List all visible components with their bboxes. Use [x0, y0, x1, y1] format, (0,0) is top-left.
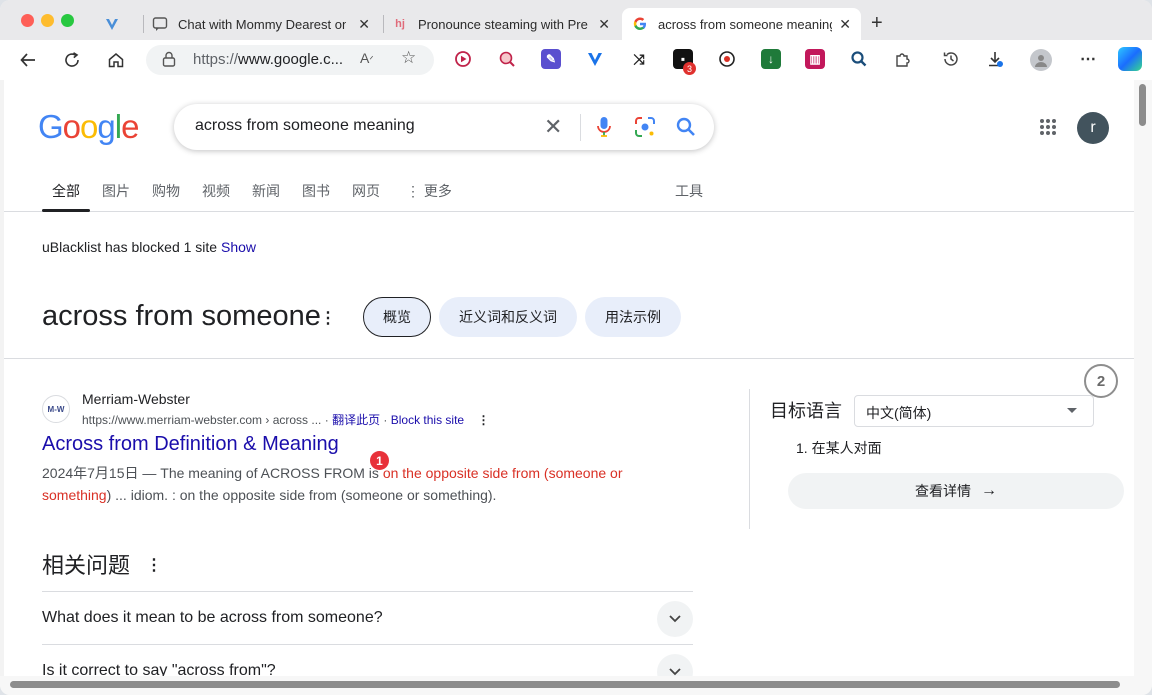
- tab-books[interactable]: 图书: [302, 181, 330, 201]
- vertical-scrollbar[interactable]: [1134, 80, 1152, 684]
- download-green-extension-icon[interactable]: ↓: [761, 49, 781, 69]
- tab-shopping[interactable]: 购物: [152, 181, 180, 201]
- tab-web[interactable]: 网页: [352, 181, 380, 201]
- board-extension-icon[interactable]: ▥: [805, 49, 825, 69]
- dropdown-arrow-icon: [1067, 408, 1077, 413]
- close-window-button[interactable]: [21, 14, 34, 27]
- tab-all[interactable]: 全部: [52, 181, 80, 201]
- back-icon[interactable]: [16, 48, 40, 72]
- dictionary-heading: across from someone: [42, 300, 321, 332]
- translate-page-link[interactable]: 翻译此页: [332, 413, 380, 427]
- google-apps-icon[interactable]: [1039, 118, 1057, 136]
- tab-chat[interactable]: Chat with Mommy Dearest on ✕: [152, 8, 380, 40]
- extension-badge: 3: [683, 62, 696, 75]
- result-more-icon[interactable]: ⋮: [477, 413, 489, 427]
- active-tab-indicator: [42, 209, 90, 212]
- downloads-icon[interactable]: [985, 49, 1005, 69]
- chevron-down-icon[interactable]: [657, 601, 693, 637]
- read-aloud-icon[interactable]: Aᐟ: [360, 50, 374, 66]
- view-details-button[interactable]: 查看详情 →: [788, 473, 1124, 509]
- clear-search-icon[interactable]: ✕: [544, 114, 562, 140]
- ublacklist-notice: uBlacklist has blocked 1 site Show: [42, 239, 257, 255]
- tab-google-active[interactable]: across from someone meaning ✕: [622, 8, 861, 40]
- tab-title: Pronounce steaming with Prec: [418, 16, 588, 32]
- dictionary-more-icon[interactable]: ⋮: [320, 308, 336, 328]
- chip-synonyms[interactable]: 近义词和反义词: [439, 297, 577, 337]
- video-play-extension-icon[interactable]: [453, 49, 473, 69]
- reload-icon[interactable]: [60, 48, 84, 72]
- annotation-marker-2: 2: [1084, 364, 1118, 398]
- show-blocked-link[interactable]: Show: [221, 239, 256, 255]
- search-icon[interactable]: [675, 116, 697, 143]
- url-text: https://www.google.c...: [193, 51, 344, 68]
- tab-pinned[interactable]: [104, 8, 140, 40]
- search-lens-extension-icon[interactable]: [497, 49, 517, 69]
- tab-images[interactable]: 图片: [102, 181, 130, 201]
- favorite-star-icon[interactable]: ☆: [401, 48, 416, 68]
- result-cite: https://www.merriam-webster.com › across…: [82, 413, 490, 427]
- related-more-icon[interactable]: ⋮: [146, 555, 162, 575]
- record-extension-icon[interactable]: [717, 49, 737, 69]
- address-bar[interactable]: https://www.google.c... Aᐟ ☆: [146, 45, 434, 75]
- chat-bubble-icon: [152, 16, 168, 32]
- arrow-right-icon: →: [981, 482, 997, 499]
- lock-icon: [162, 51, 176, 67]
- more-vert-icon: ⋮: [406, 183, 424, 199]
- tab-videos[interactable]: 视频: [202, 181, 230, 201]
- google-results-page: Google across from someone meaning ✕ r 全…: [4, 80, 1134, 684]
- close-icon[interactable]: ✕: [358, 16, 370, 33]
- crossed-arrows-extension-icon[interactable]: ⤨: [629, 49, 649, 69]
- browser-window: Chat with Mommy Dearest on ✕ hj Pronounc…: [0, 0, 1152, 695]
- search-extension-icon[interactable]: [849, 49, 869, 69]
- more-menu-icon[interactable]: ⋯: [1078, 49, 1098, 69]
- voice-search-icon[interactable]: [596, 116, 612, 143]
- profile-avatar-icon[interactable]: [1030, 49, 1052, 71]
- target-language-label: 目标语言: [770, 401, 842, 421]
- copilot-icon[interactable]: [1118, 47, 1142, 71]
- hj-icon: hj: [395, 18, 405, 30]
- block-site-link[interactable]: Block this site: [391, 413, 464, 427]
- merriam-webster-logo-icon[interactable]: M-W: [42, 395, 70, 423]
- zoom-window-button[interactable]: [61, 14, 74, 27]
- translation-result: 1. 在某人对面: [796, 440, 882, 456]
- tab-title: across from someone meaning: [658, 16, 832, 32]
- chip-usage-examples[interactable]: 用法示例: [585, 297, 681, 337]
- browser-toolbar: https://www.google.c... Aᐟ ☆ ✎ ⤨ ▪ 3 ↓ ▥: [0, 40, 1152, 80]
- pen-extension-icon[interactable]: ✎: [541, 49, 561, 69]
- tab-pronounce[interactable]: hj Pronounce steaming with Prec ✕: [392, 8, 620, 40]
- target-language-select[interactable]: 中文(简体): [854, 395, 1094, 427]
- home-icon[interactable]: [104, 48, 128, 72]
- faq-item[interactable]: What does it mean to be across from some…: [42, 591, 693, 644]
- close-icon[interactable]: ✕: [598, 16, 610, 33]
- new-tab-button[interactable]: +: [871, 12, 883, 35]
- search-nav-tabs: 全部 图片 购物 视频 新闻 图书 网页 ⋮ 更多 工具: [4, 178, 1134, 212]
- tab-news[interactable]: 新闻: [252, 181, 280, 201]
- tab-tools[interactable]: 工具: [675, 181, 703, 201]
- search-input[interactable]: across from someone meaning: [195, 117, 415, 135]
- faq-question: What does it mean to be across from some…: [42, 609, 383, 626]
- tab-more[interactable]: ⋮ 更多: [406, 181, 452, 201]
- search-box[interactable]: across from someone meaning ✕: [174, 104, 714, 150]
- lens-search-icon[interactable]: [634, 116, 656, 143]
- vivaldi-extension-icon[interactable]: [585, 49, 605, 69]
- result-snippet: 2024年7月15日 — The meaning of ACROSS FROM …: [42, 465, 623, 503]
- google-g-icon: [632, 16, 648, 32]
- google-logo[interactable]: Google: [38, 108, 139, 146]
- tab-title: Chat with Mommy Dearest on: [178, 16, 346, 32]
- result-title-link[interactable]: Across from Definition & Meaning: [42, 433, 339, 456]
- result-site-name[interactable]: Merriam-Webster: [82, 391, 190, 407]
- extensions-puzzle-icon[interactable]: [893, 49, 913, 69]
- vivaldi-v-icon: [104, 16, 120, 32]
- account-avatar[interactable]: r: [1077, 112, 1109, 144]
- horizontal-scrollbar[interactable]: [0, 676, 1152, 695]
- chip-overview[interactable]: 概览: [363, 297, 431, 337]
- annotation-marker-1: 1: [370, 451, 389, 470]
- minimize-window-button[interactable]: [41, 14, 54, 27]
- close-icon[interactable]: ✕: [839, 16, 851, 33]
- tab-strip: Chat with Mommy Dearest on ✕ hj Pronounc…: [0, 0, 1152, 42]
- history-icon[interactable]: [941, 49, 961, 69]
- related-questions-heading: 相关问题: [42, 553, 131, 578]
